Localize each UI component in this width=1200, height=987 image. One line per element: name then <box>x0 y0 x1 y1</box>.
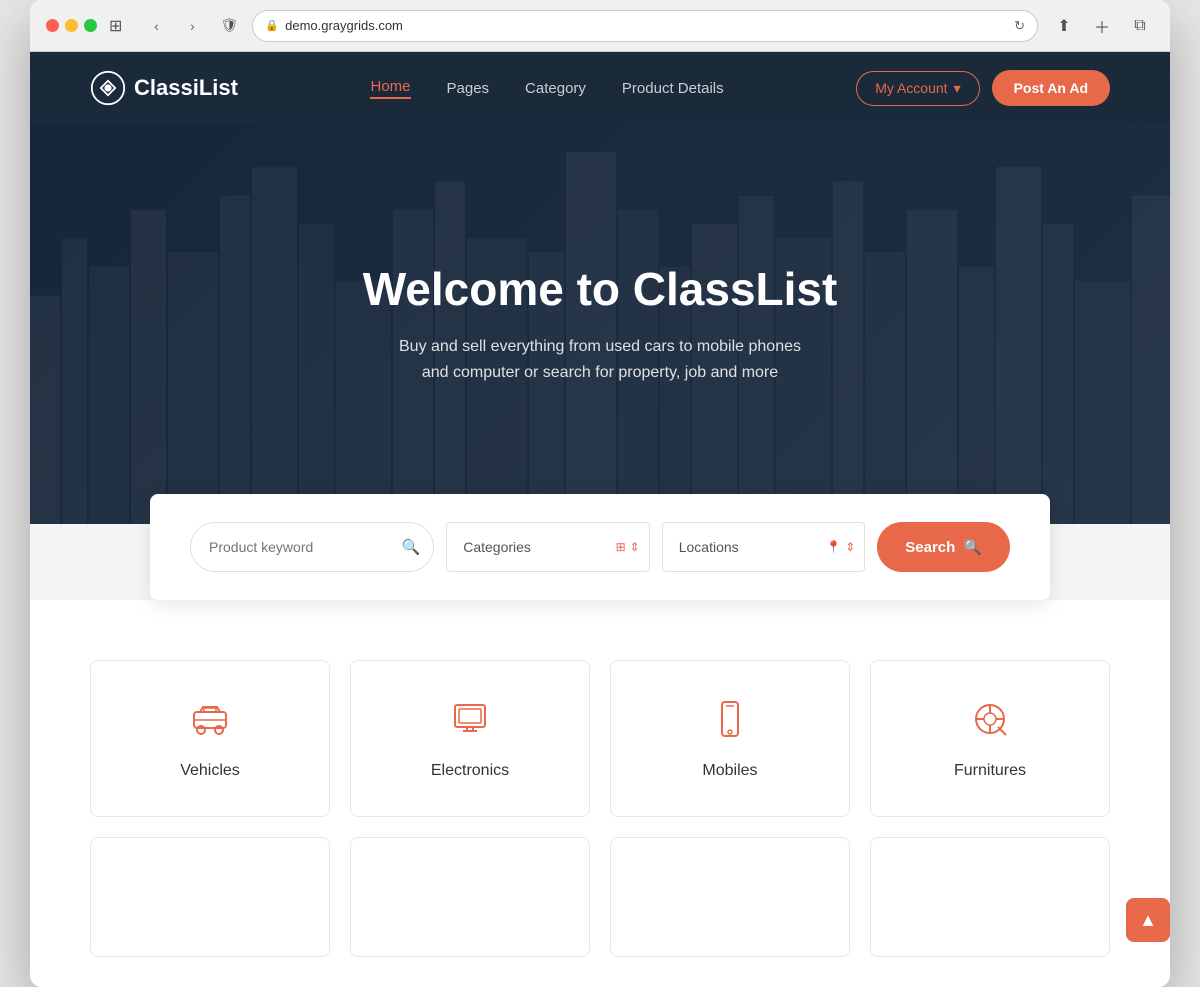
product-keyword-input[interactable] <box>190 522 434 572</box>
my-account-button[interactable]: My Account ▾ <box>856 71 979 106</box>
scroll-to-top-button[interactable]: ▲ <box>1126 898 1170 942</box>
search-button-icon: 🔍 <box>963 538 982 556</box>
logo[interactable]: ClassiList <box>90 70 238 106</box>
category-card-vehicles[interactable]: Vehicles <box>90 660 330 817</box>
header-actions: My Account ▾ Post An Ad <box>856 70 1110 106</box>
search-container: 🔍 Categories Vehicles Electronics Mobile… <box>150 494 1050 600</box>
logo-text: ClassiList <box>134 75 238 101</box>
my-account-label: My Account <box>875 80 947 96</box>
browser-dots <box>46 19 97 32</box>
lock-icon: 🔒 <box>265 19 279 32</box>
mobiles-icon <box>708 697 752 746</box>
search-section: 🔍 Categories Vehicles Electronics Mobile… <box>30 524 1170 600</box>
dot-close[interactable] <box>46 19 59 32</box>
logo-icon <box>90 70 126 106</box>
browser-controls: ‹ › <box>142 12 206 40</box>
browser-window: ⊞ ‹ › 🛡 🔒 demo.graygrids.com ↻ ⬆ ＋ ⧉ <box>30 0 1170 987</box>
more-categories-row <box>30 837 1170 987</box>
category-placeholder-2 <box>350 837 590 957</box>
nav-home[interactable]: Home <box>370 78 410 99</box>
main-nav: Home Pages Category Product Details <box>370 78 723 99</box>
chevron-down-icon: ▾ <box>954 80 961 97</box>
category-placeholder-4 <box>870 837 1110 957</box>
hero-section: Welcome to ClassList Buy and sell everyt… <box>30 124 1170 524</box>
categories-grid: Vehicles Electronics <box>90 660 1110 817</box>
browser-actions: ⬆ ＋ ⧉ <box>1050 12 1154 40</box>
url-text: demo.graygrids.com <box>285 18 403 33</box>
site-content: ClassiList Home Pages Category Product D… <box>30 52 1170 987</box>
nav-category[interactable]: Category <box>525 80 586 97</box>
electronics-icon <box>448 697 492 746</box>
vehicles-label: Vehicles <box>180 762 240 780</box>
tabs-button[interactable]: ⧉ <box>1126 12 1154 40</box>
category-placeholder-3 <box>610 837 850 957</box>
keyword-search-icon: 🔍 <box>402 538 421 556</box>
locations-select[interactable]: Locations New York Los Angeles Chicago H… <box>662 522 866 572</box>
refresh-icon[interactable]: ↻ <box>1014 18 1025 34</box>
back-button[interactable]: ‹ <box>142 12 170 40</box>
site-header: ClassiList Home Pages Category Product D… <box>30 52 1170 124</box>
category-card-mobiles[interactable]: Mobiles <box>610 660 850 817</box>
vehicles-icon <box>188 697 232 746</box>
nav-product-details[interactable]: Product Details <box>622 80 724 97</box>
nav-pages[interactable]: Pages <box>447 80 490 97</box>
category-card-furnitures[interactable]: Furnitures <box>870 660 1110 817</box>
new-tab-button[interactable]: ＋ <box>1088 12 1116 40</box>
furnitures-label: Furnitures <box>954 762 1026 780</box>
category-card-electronics[interactable]: Electronics <box>350 660 590 817</box>
furnitures-icon <box>968 697 1012 746</box>
mobiles-label: Mobiles <box>702 762 757 780</box>
post-ad-button[interactable]: Post An Ad <box>992 70 1110 106</box>
hero-title: Welcome to ClassList <box>363 262 838 316</box>
hero-subtitle: Buy and sell everything from used cars t… <box>390 334 810 385</box>
search-button[interactable]: Search 🔍 <box>877 522 1010 572</box>
hero-content: Welcome to ClassList Buy and sell everyt… <box>343 262 858 385</box>
categories-section: Vehicles Electronics <box>30 600 1170 837</box>
share-button[interactable]: ⬆ <box>1050 12 1078 40</box>
dot-maximize[interactable] <box>84 19 97 32</box>
category-placeholder-1 <box>90 837 330 957</box>
categories-select[interactable]: Categories Vehicles Electronics Mobiles … <box>446 522 650 572</box>
sidebar-toggle-icon[interactable]: ⊞ <box>109 16 122 36</box>
shield-icon: 🛡 <box>218 15 240 37</box>
forward-button[interactable]: › <box>178 12 206 40</box>
keyword-input-wrap: 🔍 <box>190 522 434 572</box>
locations-select-wrap: Locations New York Los Angeles Chicago H… <box>662 522 866 572</box>
electronics-label: Electronics <box>431 762 509 780</box>
browser-toolbar: ⊞ ‹ › 🛡 🔒 demo.graygrids.com ↻ ⬆ ＋ ⧉ <box>30 0 1170 52</box>
dot-minimize[interactable] <box>65 19 78 32</box>
url-bar[interactable]: 🔒 demo.graygrids.com ↻ <box>252 10 1038 42</box>
categories-select-wrap: Categories Vehicles Electronics Mobiles … <box>446 522 650 572</box>
search-button-label: Search <box>905 539 955 556</box>
